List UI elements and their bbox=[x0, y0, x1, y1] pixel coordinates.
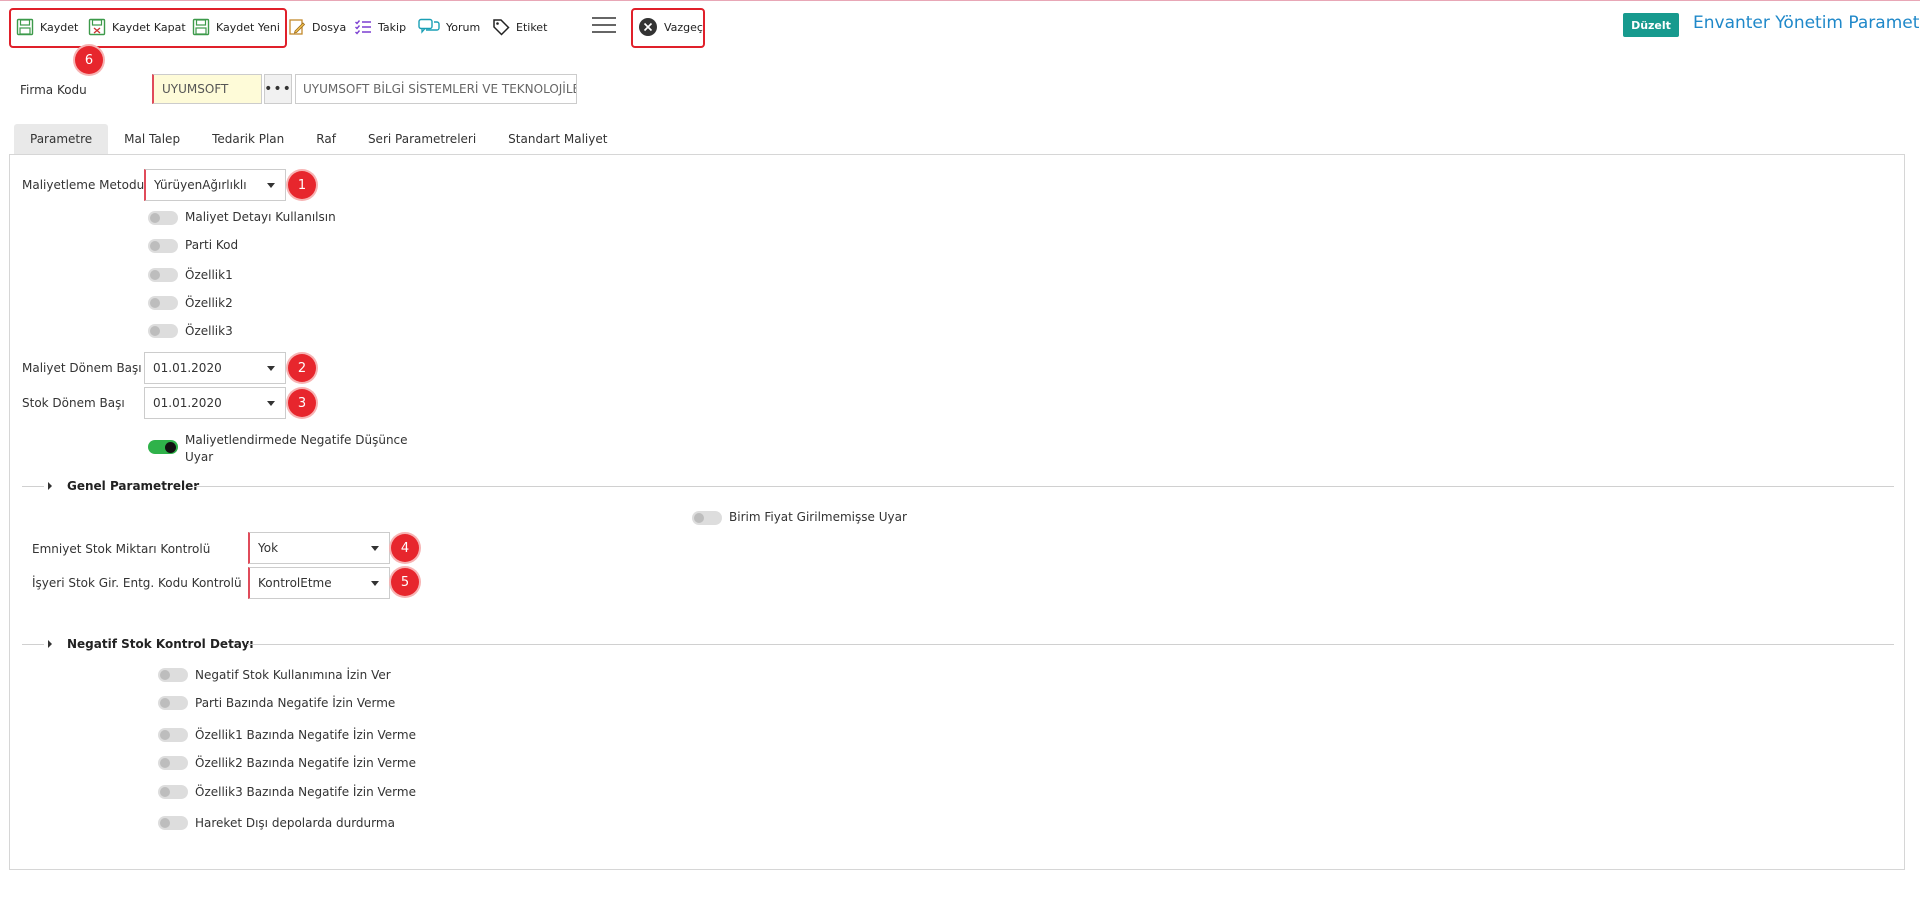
tab-bar: Parametre Mal Talep Tedarik Plan Raf Ser… bbox=[14, 124, 623, 154]
tag-icon bbox=[493, 19, 510, 36]
toggle-label-negatife-dusunce: Maliyetlendirmede Negatife Düşünce Uyar bbox=[185, 432, 408, 466]
toggle-label: Parti Bazında Negatife İzin Verme bbox=[195, 696, 396, 710]
toggle-label: Özellik2 bbox=[185, 296, 233, 310]
section-divider bbox=[22, 644, 44, 645]
genel-parametreler-title[interactable]: Genel Parametreler bbox=[67, 479, 199, 493]
annotation-box-save-group bbox=[9, 8, 287, 48]
toggle-label-line: Uyar bbox=[185, 450, 214, 464]
stok-donem-basi-label: Stok Dönem Başı bbox=[22, 396, 125, 410]
menu-icon[interactable] bbox=[592, 17, 616, 35]
emniyet-stok-value: Yok bbox=[258, 541, 279, 555]
toggle-label: Özellik2 Bazında Negatife İzin Verme bbox=[195, 756, 416, 770]
dosya-label: Dosya bbox=[312, 20, 347, 34]
emniyet-stok-label: Emniyet Stok Miktarı Kontrolü bbox=[32, 542, 211, 556]
toggle-label: Negatif Stok Kullanımına İzin Ver bbox=[195, 668, 391, 682]
toggle-label-line: Maliyetlendirmede Negatife Düşünce bbox=[185, 433, 408, 447]
section-divider bbox=[22, 486, 44, 487]
tab-standart-maliyet[interactable]: Standart Maliyet bbox=[492, 124, 623, 154]
toggle-negatife-dusunce-uyar[interactable] bbox=[148, 440, 178, 454]
takip-label: Takip bbox=[378, 20, 407, 34]
toggle-ozellik2[interactable] bbox=[148, 296, 178, 310]
maliyet-donem-basi-label: Maliyet Dönem Başı bbox=[22, 361, 142, 375]
caret-right-icon[interactable] bbox=[48, 482, 52, 490]
firma-lookup-button[interactable]: ••• bbox=[264, 74, 292, 104]
yorum-button[interactable]: Yorum bbox=[418, 16, 480, 38]
toggle-label: Özellik1 bbox=[185, 268, 233, 282]
toolbar: Kaydet Kaydet Kapat Kaydet Yeni Dosya Ta… bbox=[0, 1, 1920, 49]
toggle-label: Özellik3 bbox=[185, 324, 233, 338]
firma-kodu-label: Firma Kodu bbox=[20, 83, 87, 97]
tab-mal-talep[interactable]: Mal Talep bbox=[108, 124, 196, 154]
toggle-label: Parti Kod bbox=[185, 238, 239, 252]
dosya-button[interactable]: Dosya bbox=[288, 16, 346, 38]
annotation-marker-5: 5 bbox=[391, 568, 419, 596]
toggle-parti-kod[interactable] bbox=[148, 239, 178, 253]
etiket-button[interactable]: Etiket bbox=[492, 16, 547, 38]
caret-right-icon[interactable] bbox=[48, 640, 52, 648]
annotation-marker-6: 6 bbox=[75, 46, 103, 74]
toggle-ozellik2-bazinda[interactable] bbox=[158, 756, 188, 770]
tab-seri-parametreleri[interactable]: Seri Parametreleri bbox=[352, 124, 492, 154]
tab-parametre[interactable]: Parametre bbox=[14, 124, 109, 154]
toggle-ozellik3-bazinda[interactable] bbox=[158, 785, 188, 799]
takip-button[interactable]: Takip bbox=[354, 16, 406, 38]
annotation-marker-2: 2 bbox=[288, 354, 316, 382]
firma-kodu-input[interactable]: UYUMSOFT bbox=[152, 74, 262, 104]
yorum-label: Yorum bbox=[446, 20, 481, 34]
toggle-parti-bazinda[interactable] bbox=[158, 696, 188, 710]
maliyetleme-metodu-select[interactable]: YürüyenAğırlıklı bbox=[144, 169, 286, 201]
maliyet-donem-basi-value: 01.01.2020 bbox=[153, 361, 222, 375]
chevron-down-icon bbox=[267, 366, 275, 371]
toggle-label: Özellik3 Bazında Negatife İzin Verme bbox=[195, 785, 416, 799]
stok-donem-basi-value: 01.01.2020 bbox=[153, 396, 222, 410]
isyeri-stok-select[interactable]: KontrolEtme bbox=[248, 567, 390, 599]
isyeri-stok-value: KontrolEtme bbox=[258, 576, 332, 590]
tab-tedarik-plan[interactable]: Tedarik Plan bbox=[196, 124, 300, 154]
toggle-ozellik1[interactable] bbox=[148, 268, 178, 282]
tab-raf[interactable]: Raf bbox=[300, 124, 352, 154]
toggle-label: Birim Fiyat Girilmemişse Uyar bbox=[729, 510, 907, 524]
negatif-stok-title[interactable]: Negatif Stok Kontrol Detayı bbox=[67, 637, 253, 651]
maliyetleme-metodu-label: Maliyetleme Metodu bbox=[22, 178, 145, 192]
toggle-ozellik1-bazinda[interactable] bbox=[158, 728, 188, 742]
toggle-maliyet-detayi[interactable] bbox=[148, 211, 178, 225]
toggle-birim-fiyat[interactable] bbox=[692, 511, 722, 525]
annotation-marker-1: 1 bbox=[288, 171, 316, 199]
chevron-down-icon bbox=[267, 183, 275, 188]
file-edit-icon bbox=[289, 19, 306, 35]
etiket-label: Etiket bbox=[516, 20, 548, 34]
chevron-down-icon bbox=[371, 546, 379, 551]
section-divider bbox=[194, 486, 1894, 487]
annotation-marker-3: 3 bbox=[288, 389, 316, 417]
stok-donem-basi-select[interactable]: 01.01.2020 bbox=[144, 387, 286, 419]
section-divider bbox=[247, 644, 1894, 645]
annotation-box-vazgec bbox=[631, 8, 705, 48]
toggle-label: Özellik1 Bazında Negatife İzin Verme bbox=[195, 728, 416, 742]
duzelt-badge: Düzelt bbox=[1623, 13, 1679, 37]
maliyetleme-metodu-value: YürüyenAğırlıklı bbox=[154, 178, 247, 192]
page-title: Envanter Yönetim Parametre bbox=[1693, 13, 1920, 33]
chevron-down-icon bbox=[371, 581, 379, 586]
emniyet-stok-select[interactable]: Yok bbox=[248, 532, 390, 564]
checklist-icon bbox=[355, 20, 371, 35]
toggle-ozellik3[interactable] bbox=[148, 324, 178, 338]
annotation-marker-4: 4 bbox=[391, 534, 419, 562]
toggle-label: Maliyet Detayı Kullanılsın bbox=[185, 210, 336, 224]
isyeri-stok-label: İşyeri Stok Gir. Entg. Kodu Kontrolü bbox=[32, 576, 242, 590]
firma-name-field: UYUMSOFT BİLGİ SİSTEMLERİ VE TEKNOLOJİLE bbox=[295, 74, 577, 104]
maliyet-donem-basi-select[interactable]: 01.01.2020 bbox=[144, 352, 286, 384]
toggle-label: Hareket Dışı depolarda durdurma bbox=[195, 816, 395, 830]
chevron-down-icon bbox=[267, 401, 275, 406]
comment-icon bbox=[418, 18, 440, 34]
toggle-hareket-disi[interactable] bbox=[158, 816, 188, 830]
toggle-negatif-stok-izin[interactable] bbox=[158, 668, 188, 682]
